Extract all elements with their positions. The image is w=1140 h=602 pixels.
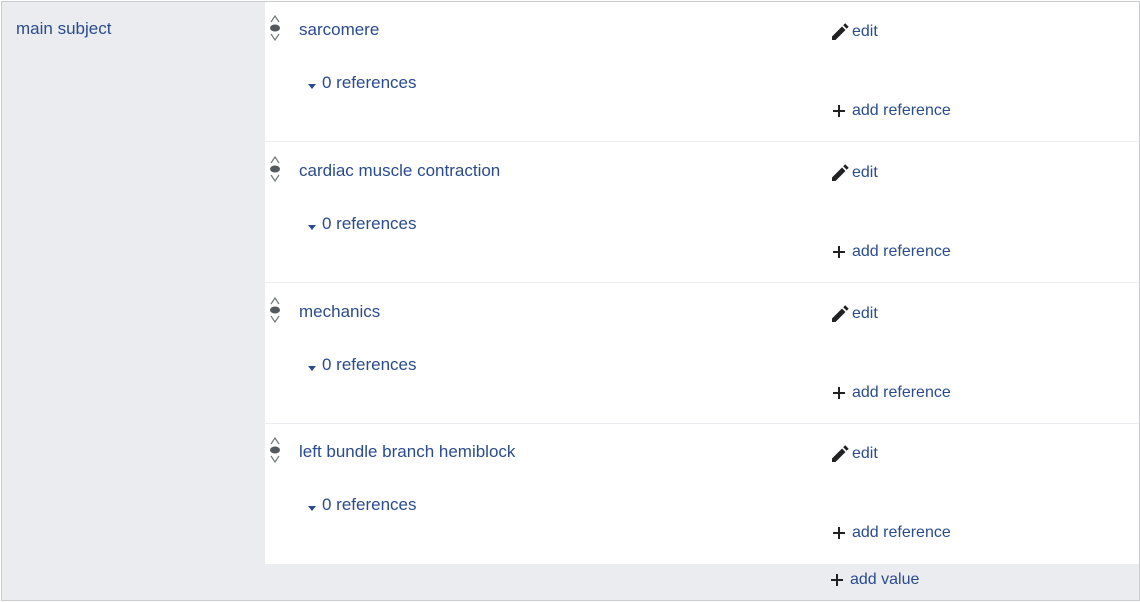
references-toggle[interactable]: 0 references: [307, 73, 417, 93]
value-link[interactable]: cardiac muscle contraction: [299, 161, 500, 181]
property-label-main-subject[interactable]: main subject: [16, 19, 111, 39]
statement-left-bundle-branch-hemiblock: left bundle branch hemiblock edit 0 refe…: [265, 424, 1139, 564]
edit-label: edit: [852, 164, 878, 181]
edit-label: edit: [852, 445, 878, 462]
references-toggle[interactable]: 0 references: [307, 495, 417, 515]
add-reference-label: add reference: [852, 524, 951, 541]
plus-icon: [832, 526, 846, 540]
pencil-icon: [830, 22, 850, 42]
plus-icon: [832, 245, 846, 259]
caret-down-icon: [307, 360, 317, 371]
rank-normal-icon[interactable]: [269, 14, 281, 42]
add-reference-label: add reference: [852, 384, 951, 401]
edit-button[interactable]: edit: [830, 304, 878, 324]
add-value-button[interactable]: add value: [830, 571, 919, 589]
edit-button[interactable]: edit: [830, 163, 878, 183]
statement-mechanics: mechanics edit 0 references add referenc…: [265, 284, 1139, 424]
plus-icon: [830, 573, 844, 587]
pencil-icon: [830, 163, 850, 183]
plus-icon: [832, 386, 846, 400]
value-link[interactable]: sarcomere: [299, 20, 379, 40]
pencil-icon: [830, 444, 850, 464]
statement-group: main subject sarcomere edit 0 references…: [1, 1, 1140, 601]
add-reference-label: add reference: [852, 243, 951, 260]
edit-label: edit: [852, 23, 878, 40]
add-reference-button[interactable]: add reference: [832, 524, 951, 542]
plus-icon: [832, 104, 846, 118]
add-value-label: add value: [850, 571, 920, 588]
edit-label: edit: [852, 305, 878, 322]
add-reference-button[interactable]: add reference: [832, 384, 951, 402]
value-link[interactable]: left bundle branch hemiblock: [299, 442, 515, 462]
add-reference-button[interactable]: add reference: [832, 102, 951, 120]
caret-down-icon: [307, 219, 317, 230]
statement-cardiac-muscle-contraction: cardiac muscle contraction edit 0 refere…: [265, 143, 1139, 283]
rank-normal-icon[interactable]: [269, 155, 281, 183]
statement-list: sarcomere edit 0 references add referenc…: [265, 2, 1139, 564]
statement-sarcomere: sarcomere edit 0 references add referenc…: [265, 2, 1139, 142]
add-reference-button[interactable]: add reference: [832, 243, 951, 261]
caret-down-icon: [307, 500, 317, 511]
references-count: 0 references: [322, 355, 417, 374]
edit-button[interactable]: edit: [830, 444, 878, 464]
references-count: 0 references: [322, 495, 417, 514]
rank-normal-icon[interactable]: [269, 436, 281, 464]
references-toggle[interactable]: 0 references: [307, 355, 417, 375]
references-count: 0 references: [322, 214, 417, 233]
references-toggle[interactable]: 0 references: [307, 214, 417, 234]
pencil-icon: [830, 304, 850, 324]
add-reference-label: add reference: [852, 102, 951, 119]
caret-down-icon: [307, 78, 317, 89]
rank-normal-icon[interactable]: [269, 296, 281, 324]
value-link[interactable]: mechanics: [299, 302, 380, 322]
references-count: 0 references: [322, 73, 417, 92]
edit-button[interactable]: edit: [830, 22, 878, 42]
